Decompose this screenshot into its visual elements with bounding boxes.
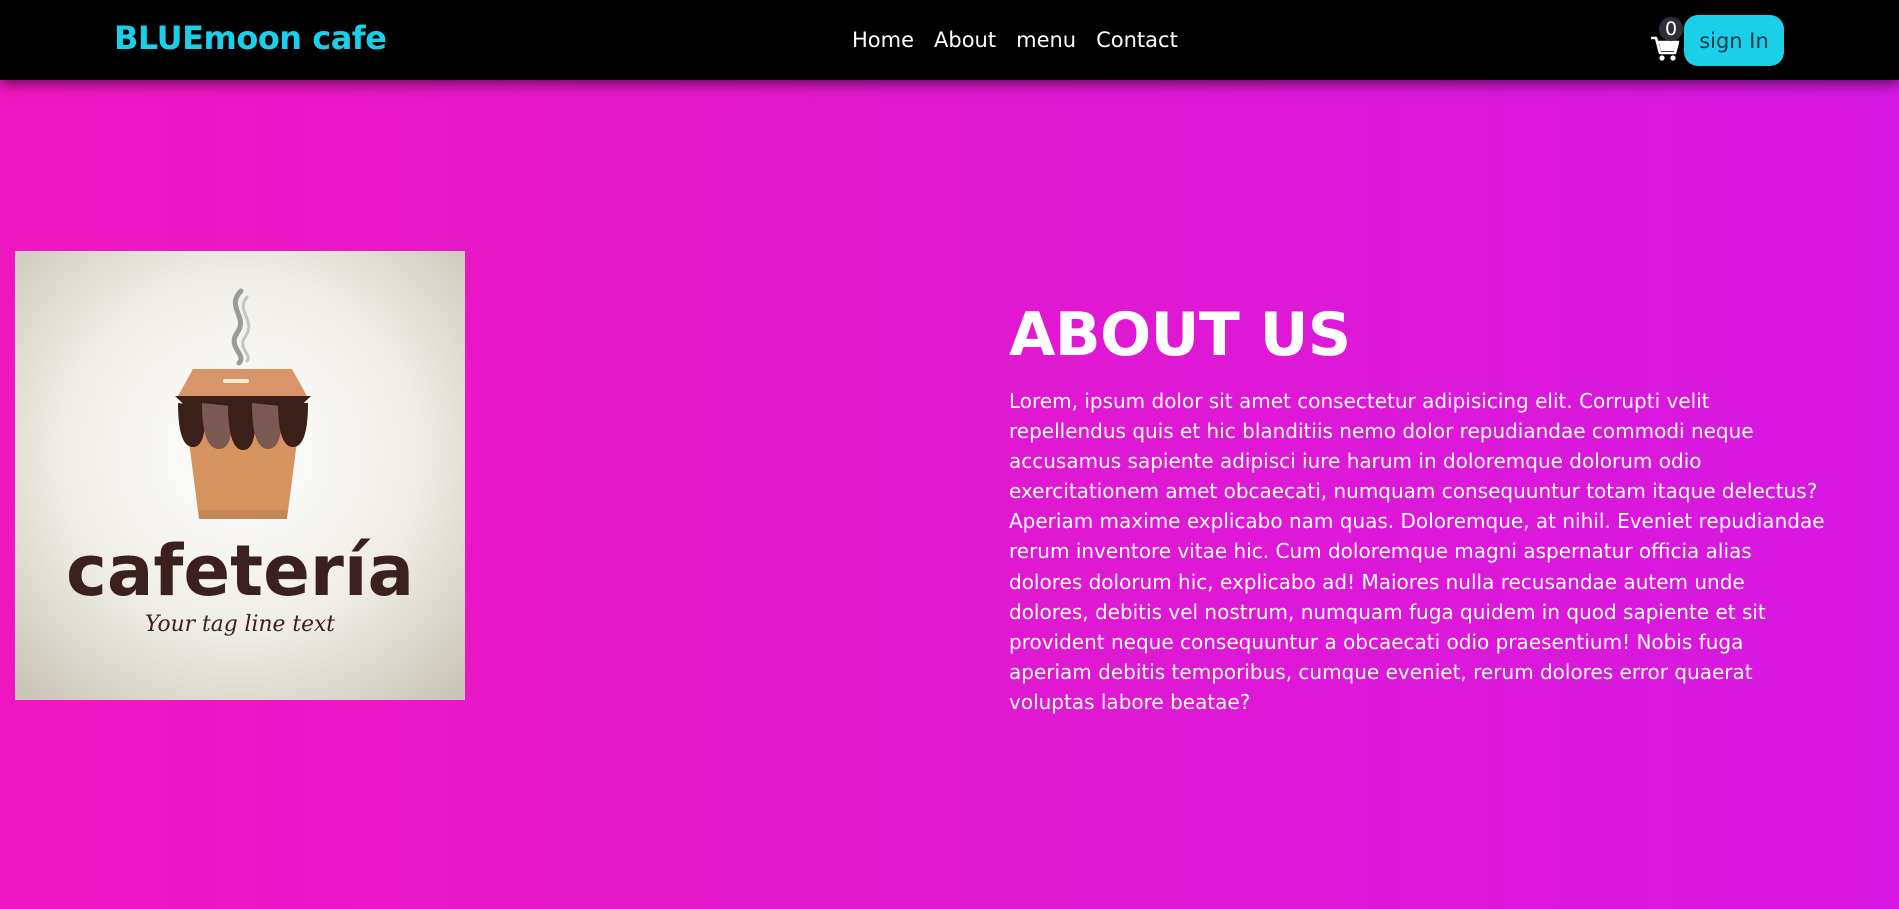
brand-logo[interactable]: BLUEmoon cafe <box>114 19 387 57</box>
nav-link-home[interactable]: Home <box>852 28 914 52</box>
navbar: BLUEmoon cafe Home About menu Contact 0 … <box>0 0 1899 80</box>
nav-link-contact[interactable]: Contact <box>1096 28 1178 52</box>
cart-count-badge: 0 <box>1659 17 1683 41</box>
cafeteria-logo-image: cafetería Your tag line text <box>15 251 465 700</box>
sign-in-button[interactable]: sign In <box>1684 15 1784 66</box>
about-body-text: Lorem, ipsum dolor sit amet consectetur … <box>1009 389 1825 714</box>
logo-wordmark: cafetería <box>66 530 414 612</box>
nav-links: Home About menu Contact <box>852 28 1178 52</box>
nav-link-about[interactable]: About <box>934 28 996 52</box>
nav-link-menu[interactable]: menu <box>1016 28 1076 52</box>
about-title: ABOUT US <box>1009 300 1351 370</box>
logo-tagline: Your tag line text <box>145 612 335 637</box>
